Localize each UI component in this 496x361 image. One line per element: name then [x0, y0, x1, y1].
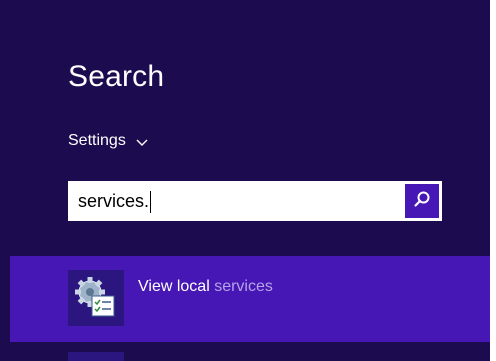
scope-dropdown-label: Settings [68, 132, 126, 149]
result-item-view-local-services[interactable]: View local services [10, 256, 490, 342]
next-result-tile [68, 352, 124, 361]
screen-edge [490, 0, 496, 361]
search-button[interactable] [405, 184, 439, 218]
search-box: services. [68, 181, 442, 221]
magnifier-icon [413, 190, 431, 213]
search-title: Search [68, 60, 165, 93]
search-input-text: services. [78, 191, 150, 211]
text-caret [150, 191, 152, 214]
services-gear-icon [68, 270, 124, 326]
chevron-down-icon [136, 135, 148, 147]
result-item-label: View local services [138, 278, 273, 296]
result-label-match: services [214, 278, 273, 295]
search-charm-pane: Search Settings services. View local ser… [0, 0, 496, 361]
search-input[interactable]: services. [68, 181, 400, 221]
scope-dropdown[interactable]: Settings [68, 132, 148, 150]
result-label-prefix: View local [138, 278, 215, 295]
